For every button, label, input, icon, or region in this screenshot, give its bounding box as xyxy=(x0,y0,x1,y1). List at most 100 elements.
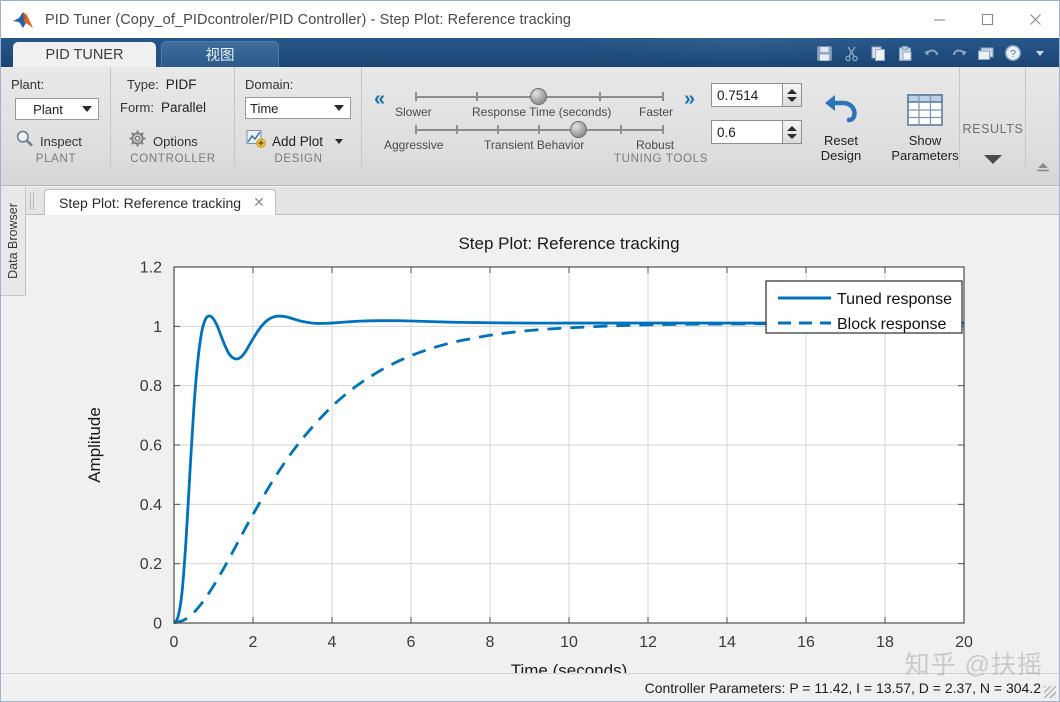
domain-label: Domain: xyxy=(245,77,294,92)
faster-stepper-button[interactable]: » xyxy=(684,89,695,109)
slider-tick xyxy=(620,125,622,134)
controller-group-title: CONTROLLER xyxy=(130,153,216,165)
show-parameters-icon xyxy=(879,87,971,133)
title-bar: PID Tuner (Copy_of_PIDcontroler/PID Cont… xyxy=(1,1,1059,38)
svg-text:?: ? xyxy=(1010,48,1016,60)
add-plot-button[interactable]: Add Plot xyxy=(246,129,345,153)
response-time-slider-left-label: Slower xyxy=(395,105,432,119)
svg-text:0.8: 0.8 xyxy=(140,378,162,395)
svg-text:0: 0 xyxy=(170,634,179,651)
slower-stepper-button[interactable]: « xyxy=(374,89,385,109)
svg-text:2: 2 xyxy=(249,634,258,651)
tab-pid-tuner[interactable]: PID TUNER xyxy=(13,42,156,67)
tab-pid-tuner-label: PID TUNER xyxy=(45,46,124,63)
add-plot-icon xyxy=(246,129,266,153)
step-plot-chart: 0 2 4 6 8 10 12 14 16 18 20 0 0.2 0.4 0.6 0.8 1 1.2 Step P… xyxy=(85,234,973,675)
response-time-spinner-arrows[interactable] xyxy=(783,83,802,107)
svg-text:0.4: 0.4 xyxy=(140,497,162,514)
slider-tick xyxy=(476,92,478,101)
slider-tick xyxy=(662,125,664,134)
svg-text:4: 4 xyxy=(328,634,337,651)
transient-behavior-spinner-arrows[interactable] xyxy=(783,120,802,144)
copy-icon[interactable] xyxy=(867,43,889,64)
minimize-button[interactable] xyxy=(915,1,963,38)
svg-text:Amplitude: Amplitude xyxy=(85,407,104,483)
chevron-down-icon xyxy=(335,138,344,144)
svg-text:18: 18 xyxy=(876,634,894,651)
reset-design-button[interactable]: Reset Design xyxy=(802,87,880,163)
help-icon[interactable]: ? xyxy=(1002,43,1024,64)
svg-text:0.2: 0.2 xyxy=(140,556,162,573)
transient-behavior-spinner[interactable]: 0.6 xyxy=(711,120,802,144)
ribbon-group-plant: Plant: Plant Inspect PLANT xyxy=(1,67,111,167)
ribbon-group-results: RESULTS xyxy=(960,67,1026,167)
transient-behavior-slider-left-label: Aggressive xyxy=(384,138,444,152)
plant-combo[interactable]: Plant xyxy=(15,98,99,120)
response-time-spinner[interactable]: 0.7514 xyxy=(711,83,802,107)
plant-label: Plant: xyxy=(11,77,45,92)
maximize-button[interactable] xyxy=(963,1,1011,38)
close-icon[interactable]: ✕ xyxy=(253,194,265,211)
domain-combo[interactable]: Time xyxy=(245,97,351,119)
ribbon-group-design: Domain: Time Add Plot DESIGN xyxy=(235,67,362,167)
reset-design-label-line1: Reset xyxy=(824,133,858,148)
pid-tuner-window: PID Tuner (Copy_of_PIDcontroler/PID Cont… xyxy=(0,0,1060,702)
close-button[interactable] xyxy=(1011,1,1059,38)
cut-icon[interactable] xyxy=(840,43,862,64)
form-label: Form: xyxy=(120,100,154,115)
controller-type-row: Type: PIDF xyxy=(127,77,197,92)
options-label: Options xyxy=(153,133,198,149)
show-parameters-label-line1: Show xyxy=(908,133,942,148)
transient-behavior-slider-knob[interactable] xyxy=(570,121,587,138)
type-label: Type: xyxy=(127,77,159,92)
options-button[interactable]: Options xyxy=(128,129,198,153)
redo-icon[interactable] xyxy=(948,43,970,64)
domain-combo-value: Time xyxy=(250,100,279,116)
type-value[interactable]: PIDF xyxy=(166,77,197,92)
tab-drag-handle[interactable] xyxy=(30,193,36,210)
data-browser-panel[interactable]: Data Browser xyxy=(1,187,26,296)
slider-tick xyxy=(662,92,664,101)
layout-icon[interactable] xyxy=(975,43,997,64)
chevron-down-icon xyxy=(82,106,92,112)
arrow-up-icon[interactable] xyxy=(787,125,797,131)
resize-grip[interactable] xyxy=(1044,686,1056,698)
response-time-value[interactable]: 0.7514 xyxy=(711,83,783,107)
reset-design-icon xyxy=(802,87,880,133)
document-tab-step-plot[interactable]: Step Plot: Reference tracking ✕ xyxy=(44,189,276,215)
save-icon[interactable] xyxy=(813,43,835,64)
svg-text:0.6: 0.6 xyxy=(140,438,162,455)
response-time-slider-knob[interactable] xyxy=(530,88,547,105)
show-parameters-button[interactable]: Show Parameters xyxy=(879,87,971,163)
svg-text:1: 1 xyxy=(153,319,162,336)
tuning-tools-group-title: TUNING TOOLS xyxy=(613,153,709,165)
tab-view[interactable]: 视图 xyxy=(161,41,279,67)
document-tab-strip: Step Plot: Reference tracking ✕ xyxy=(1,187,1059,215)
results-label: RESULTS xyxy=(962,122,1024,136)
transient-behavior-slider-right-label: Robust xyxy=(636,138,675,152)
controller-form-row: Form: Parallel xyxy=(120,100,206,115)
arrow-up-icon[interactable] xyxy=(787,88,797,94)
arrow-down-icon[interactable] xyxy=(787,96,797,102)
transient-behavior-slider-title: Transient Behavior xyxy=(484,138,585,152)
results-expand-button[interactable] xyxy=(984,155,1002,164)
svg-text:8: 8 xyxy=(486,634,495,651)
response-time-slider-title: Response Time (seconds) xyxy=(472,105,612,119)
slider-tick xyxy=(497,125,499,134)
chevron-down-icon[interactable] xyxy=(1029,43,1051,64)
controller-parameters-text: Controller Parameters: P = 11.42, I = 13… xyxy=(644,679,1041,696)
transient-behavior-value[interactable]: 0.6 xyxy=(711,120,783,144)
undo-icon[interactable] xyxy=(921,43,943,64)
svg-text:Step Plot: Reference tracking: Step Plot: Reference tracking xyxy=(458,234,679,253)
matlab-logo-icon xyxy=(11,9,37,31)
paste-icon[interactable] xyxy=(894,43,916,64)
svg-text:16: 16 xyxy=(797,634,815,651)
slider-tick xyxy=(415,125,417,134)
svg-text:0: 0 xyxy=(153,616,162,633)
svg-text:Tuned response: Tuned response xyxy=(837,291,952,308)
inspect-button[interactable]: Inspect xyxy=(15,129,82,153)
form-value[interactable]: Parallel xyxy=(161,100,206,115)
arrow-down-icon[interactable] xyxy=(787,133,797,139)
ribbon-collapse-button[interactable] xyxy=(1035,159,1051,178)
plant-group-title: PLANT xyxy=(35,153,77,165)
